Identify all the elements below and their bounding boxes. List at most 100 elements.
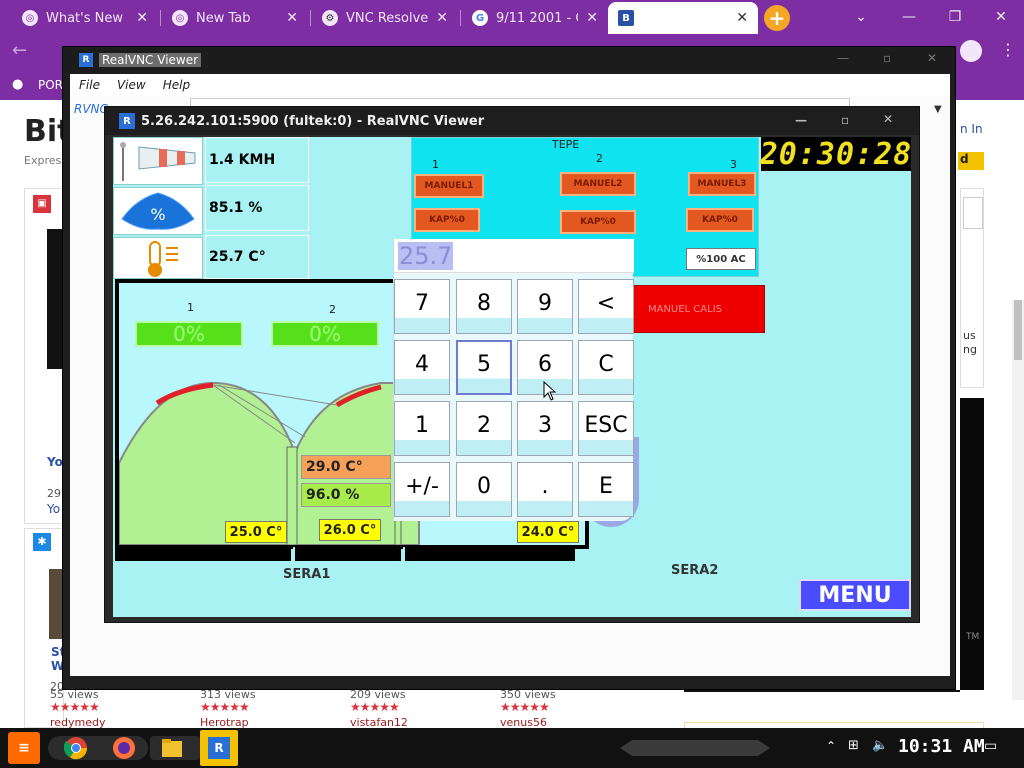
key-escape[interactable]: ESC <box>578 401 634 456</box>
outer-vnc-title: RealVNC Viewer <box>99 53 202 67</box>
key-clear[interactable]: C <box>578 340 634 395</box>
tab-close-icon[interactable]: ✕ <box>586 10 598 26</box>
manuel3-button[interactable]: MANUEL3 <box>688 172 756 196</box>
maximize-button[interactable]: ❐ <box>932 0 978 34</box>
video-thumbnail[interactable] <box>47 229 63 369</box>
right-text: ng <box>963 343 977 356</box>
chrome-icon[interactable] <box>60 732 92 764</box>
kap1-button[interactable]: KAP%0 <box>414 208 480 232</box>
key-8[interactable]: 8 <box>456 279 512 334</box>
video-link[interactable]: Yo <box>47 455 63 469</box>
file-explorer-icon[interactable] <box>156 732 188 764</box>
key-backspace[interactable]: < <box>578 279 634 334</box>
humidity-value: 85.1 % <box>205 185 309 231</box>
menu-help[interactable]: Help <box>163 78 190 92</box>
menu-button[interactable]: MENU <box>799 579 911 611</box>
tab-title: What's New <box>46 10 123 26</box>
taskbar: ≡ R ⌃ ⊞ 🔈 10:31 AM ▭ <box>0 728 1024 768</box>
minimize-button[interactable]: — <box>886 0 932 34</box>
new-tab-button[interactable]: + <box>764 5 790 31</box>
vnc-toolbar-logo: RVNC <box>74 102 108 116</box>
notifications-icon[interactable]: ▭ <box>984 738 997 754</box>
window1-opening: 0% <box>135 321 243 347</box>
key-1[interactable]: 1 <box>394 401 450 456</box>
realvnc-icon: R <box>119 113 135 129</box>
sign-in-link[interactable]: n In <box>960 122 983 136</box>
menu-file[interactable]: File <box>79 78 100 92</box>
volume-icon[interactable]: 🔈 <box>872 738 888 753</box>
tab-separator <box>460 10 461 26</box>
firefox-icon[interactable] <box>108 732 140 764</box>
key-9[interactable]: 9 <box>517 279 573 334</box>
key-4[interactable]: 4 <box>394 340 450 395</box>
back-icon[interactable]: ← <box>12 40 36 64</box>
keypad-display[interactable]: 25.7 <box>394 239 634 273</box>
bookmark-label[interactable]: POR <box>38 78 63 92</box>
hmi-screen: 1.4 KMH % 85.1 % 25.7 C° 20:30:28 TEPE 1 <box>113 137 911 617</box>
tab-search-icon[interactable]: ⌄ <box>838 0 884 34</box>
tab-close-icon[interactable]: ✕ <box>286 10 298 26</box>
sera1-label: SERA1 <box>283 567 331 582</box>
maximize-button[interactable]: ▫ <box>883 51 891 65</box>
tab-close-icon[interactable]: ✕ <box>736 10 748 26</box>
key-plus-minus[interactable]: +/- <box>394 462 450 517</box>
more-menu-icon[interactable]: ⋮ <box>1000 40 1016 62</box>
start-icon[interactable]: ≡ <box>8 732 40 764</box>
divider <box>684 690 960 692</box>
tab-close-icon[interactable]: ✕ <box>136 10 148 26</box>
chevron-down-icon[interactable]: ▼ <box>934 104 942 115</box>
inner-vnc-titlebar: R 5.26.242.101:5900 (fultek:0) - RealVNC… <box>105 107 919 135</box>
manuel1-button[interactable]: MANUEL1 <box>414 174 484 198</box>
minimize-button[interactable]: — <box>837 51 849 65</box>
browser-tab-bitview[interactable]: B BitView - Expr ✕ <box>608 2 758 34</box>
menu-view[interactable]: View <box>117 78 146 92</box>
bookmark-icon: ● <box>12 77 24 92</box>
taskbar-clock[interactable]: 10:31 AM <box>898 736 985 757</box>
tab-close-icon[interactable]: ✕ <box>436 10 448 26</box>
close-button[interactable]: ✕ <box>883 112 893 126</box>
key-7[interactable]: 7 <box>394 279 450 334</box>
maximize-button[interactable]: ▫ <box>841 113 849 127</box>
browser-tab-strip: ◎ What's New ✕ ◎ New Tab ✕ ⚙ VNC Resolve… <box>0 0 1024 34</box>
inner-vnc-title: 5.26.242.101:5900 (fultek:0) - RealVNC V… <box>141 113 485 129</box>
taskbar-decor <box>620 740 770 756</box>
humidity-icon-box: % <box>113 187 203 235</box>
wind-sock-icon-box <box>113 137 203 185</box>
video-thumbnail[interactable] <box>49 569 63 639</box>
key-enter[interactable]: E <box>578 462 634 517</box>
close-button[interactable]: ✕ <box>978 0 1024 34</box>
search-field[interactable] <box>963 197 983 229</box>
temp-sensor-right: 24.0 C° <box>517 521 579 543</box>
kap3-button[interactable]: KAP%0 <box>686 208 754 232</box>
scrollbar-thumb[interactable] <box>1014 300 1022 360</box>
window1-number: 1 <box>187 301 194 314</box>
video-player[interactable] <box>960 398 984 690</box>
chevron-up-icon[interactable]: ⌃ <box>826 739 836 753</box>
numeric-keypad: 25.7 7 8 9 < 4 5 6 C 1 2 3 ESC +/- 0 . E <box>393 239 634 521</box>
page-scrollbar[interactable] <box>1012 300 1024 700</box>
tab-separator <box>160 10 161 26</box>
kap2-button[interactable]: KAP%0 <box>560 210 636 234</box>
temperature-value: 25.7 C° <box>205 235 309 279</box>
key-decimal[interactable]: . <box>517 462 573 517</box>
upload-button[interactable]: d <box>958 152 984 170</box>
ac-100-button[interactable]: %100 AC <box>686 248 756 270</box>
sera1-status-bar <box>115 547 291 561</box>
tab-title: New Tab <box>196 10 251 26</box>
key-2[interactable]: 2 <box>456 401 512 456</box>
key-0[interactable]: 0 <box>456 462 512 517</box>
browser-tab-whats-new[interactable]: ◎ What's New ✕ <box>12 2 158 34</box>
profile-avatar[interactable] <box>960 40 982 62</box>
browser-tab-vnc-resolver[interactable]: ⚙ VNC Resolver ✕ <box>312 2 458 34</box>
video-link[interactable]: Yo <box>47 502 60 516</box>
network-icon[interactable]: ⊞ <box>848 738 859 753</box>
close-button[interactable]: ✕ <box>927 51 937 65</box>
browser-tab-911[interactable]: G 9/11 2001 - Go ✕ <box>462 2 608 34</box>
minimize-button[interactable]: — <box>795 113 807 127</box>
key-5[interactable]: 5 <box>456 340 512 395</box>
browser-tab-new-tab[interactable]: ◎ New Tab ✕ <box>162 2 308 34</box>
key-3[interactable]: 3 <box>517 401 573 456</box>
manuel2-button[interactable]: MANUEL2 <box>560 172 636 196</box>
humidity-icon-label: % <box>150 205 165 224</box>
realvnc-icon[interactable]: R <box>200 730 238 766</box>
